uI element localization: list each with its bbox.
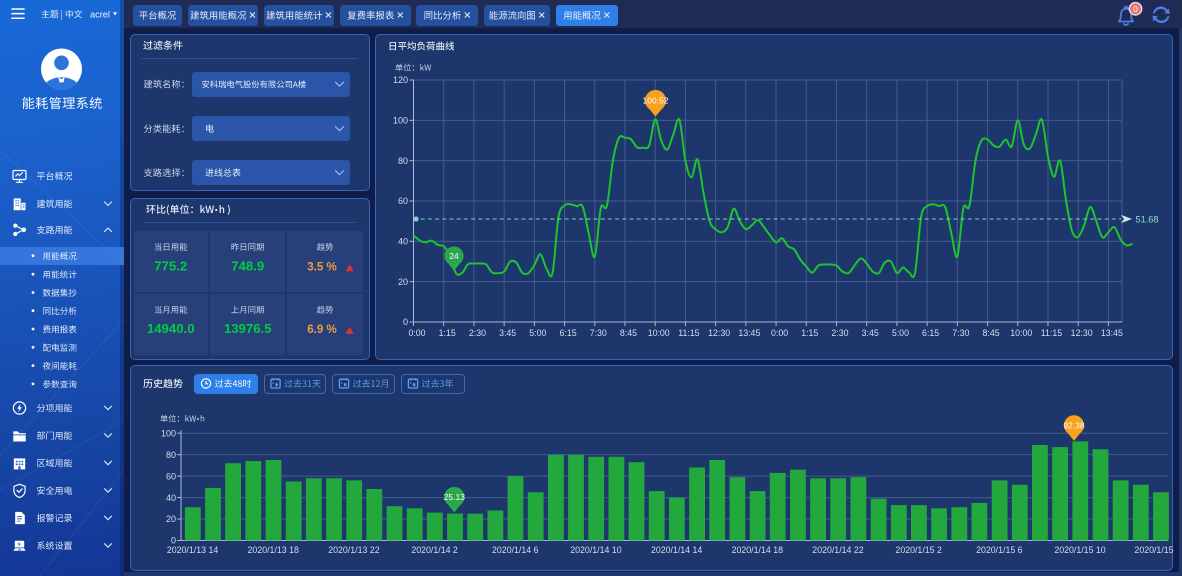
svg-text:6.9 %: 6.9 %: [307, 324, 336, 336]
svg-text:775.2: 775.2: [154, 259, 187, 274]
svg-text:2020/1/15 10: 2020/1/15 10: [1054, 545, 1105, 555]
svg-text:24: 24: [449, 251, 459, 261]
svg-text:0:00: 0:00: [408, 328, 425, 338]
svg-text:3.5 %: 3.5 %: [307, 262, 336, 274]
svg-text:0:00: 0:00: [771, 328, 788, 338]
svg-text:100: 100: [161, 428, 176, 438]
svg-text:20: 20: [398, 277, 408, 287]
svg-text:2020/1/15 6: 2020/1/15 6: [976, 545, 1023, 555]
svg-text:0: 0: [403, 317, 408, 327]
svg-text:2:30: 2:30: [469, 328, 486, 338]
svg-text:10:00: 10:00: [648, 328, 670, 338]
svg-text:40: 40: [398, 237, 408, 247]
svg-text:2020/1/14 2: 2020/1/14 2: [411, 545, 458, 555]
svg-text:11:15: 11:15: [678, 328, 699, 338]
svg-text:60: 60: [398, 196, 408, 206]
svg-text:2020/1/14 6: 2020/1/14 6: [492, 545, 539, 555]
svg-text:2020/1/13 14: 2020/1/13 14: [167, 545, 218, 555]
svg-text:2:30: 2:30: [831, 328, 848, 338]
svg-text:2020/1/14 10: 2020/1/14 10: [570, 545, 621, 555]
svg-text:7:30: 7:30: [952, 328, 969, 338]
svg-text:51.68: 51.68: [1136, 214, 1159, 224]
svg-text:12:30: 12:30: [1071, 328, 1093, 338]
svg-text:14940.0: 14940.0: [147, 321, 195, 336]
svg-text:1:15: 1:15: [801, 328, 818, 338]
svg-text:100: 100: [393, 116, 408, 126]
svg-text:6:15: 6:15: [922, 328, 939, 338]
svg-text:11:15: 11:15: [1041, 328, 1062, 338]
svg-text:7:30: 7:30: [590, 328, 607, 338]
svg-text:20: 20: [166, 514, 176, 524]
svg-text:2020/1/13 18: 2020/1/13 18: [248, 545, 299, 555]
svg-text:80: 80: [166, 450, 176, 460]
svg-text:80: 80: [398, 156, 408, 166]
svg-text:2020/1/15 2: 2020/1/15 2: [895, 545, 942, 555]
svg-text:13976.5: 13976.5: [224, 321, 272, 336]
svg-text:12:30: 12:30: [708, 328, 730, 338]
svg-text:25.13: 25.13: [444, 492, 466, 502]
svg-text:1:15: 1:15: [439, 328, 456, 338]
svg-text:2020/1/13 22: 2020/1/13 22: [328, 545, 379, 555]
svg-text:60: 60: [166, 471, 176, 481]
svg-text:100.52: 100.52: [643, 96, 669, 106]
svg-text:acrel: acrel: [90, 9, 110, 19]
svg-text:2020/1/14 22: 2020/1/14 22: [812, 545, 863, 555]
svg-text:3:45: 3:45: [499, 328, 516, 338]
svg-text:6:15: 6:15: [560, 328, 577, 338]
svg-text:0: 0: [1133, 4, 1138, 14]
svg-text:40: 40: [166, 493, 176, 503]
svg-text:2020/1/14 18: 2020/1/14 18: [732, 545, 783, 555]
svg-text:92.38: 92.38: [1063, 420, 1085, 430]
svg-text:120: 120: [393, 75, 408, 85]
svg-text:748.9: 748.9: [231, 259, 264, 274]
svg-text:3:45: 3:45: [862, 328, 879, 338]
svg-text:2020/1/15: 2020/1/15: [1134, 545, 1173, 555]
svg-text:8:45: 8:45: [982, 328, 999, 338]
svg-text:10:00: 10:00: [1010, 328, 1032, 338]
svg-text:5:00: 5:00: [529, 328, 546, 338]
svg-text:2020/1/14 14: 2020/1/14 14: [651, 545, 702, 555]
svg-text:13:45: 13:45: [1101, 328, 1123, 338]
svg-text:13:45: 13:45: [738, 328, 760, 338]
svg-text:8:45: 8:45: [620, 328, 637, 338]
svg-text:5:00: 5:00: [892, 328, 909, 338]
